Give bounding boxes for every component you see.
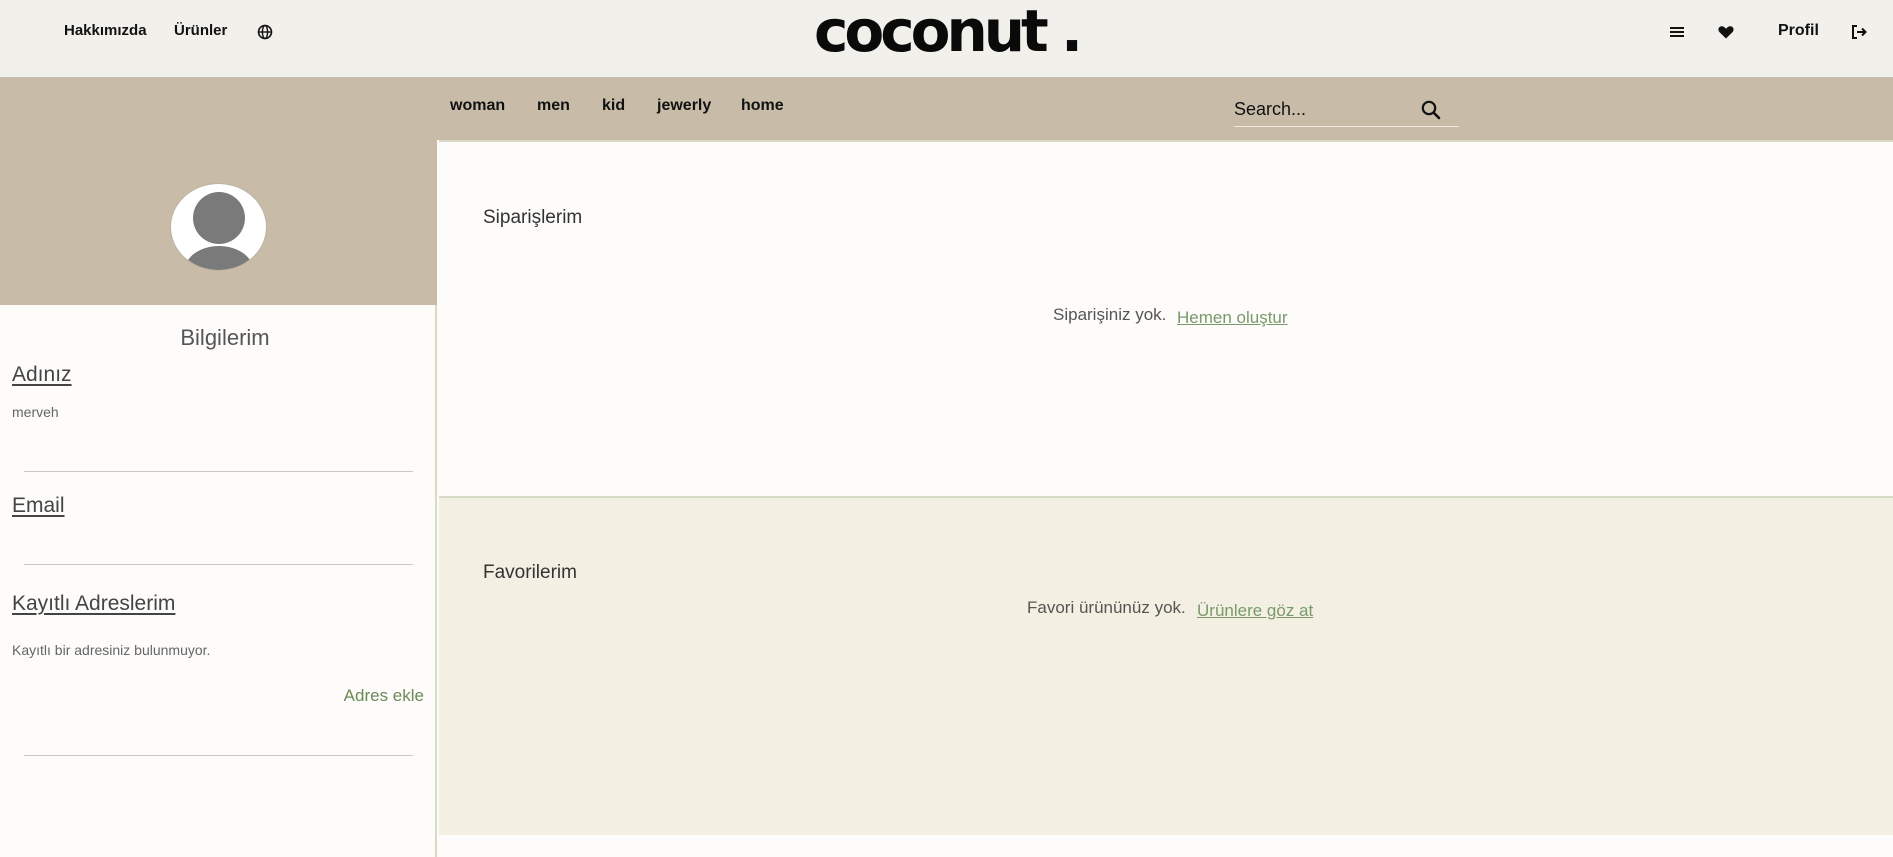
profile-link[interactable]: Profil — [1778, 22, 1819, 40]
logout-icon[interactable] — [1849, 22, 1869, 42]
browse-products-link[interactable]: Ürünlere göz at — [1197, 601, 1313, 621]
favorites-title: Favorilerim — [483, 562, 577, 583]
orders-title: Siparişlerim — [483, 207, 583, 228]
name-value: merveh — [12, 404, 59, 420]
orders-empty-text: Siparişiniz yok. — [1053, 305, 1167, 324]
user-icon — [185, 192, 253, 270]
category-home[interactable]: home — [741, 97, 784, 115]
page-footer-space — [439, 835, 1893, 857]
divider — [24, 564, 413, 565]
avatar — [170, 183, 267, 271]
category-woman[interactable]: woman — [450, 97, 505, 115]
category-bar: woman men kid jewerly home — [0, 77, 1893, 140]
addresses-label[interactable]: Kayıtlı Adreslerim — [12, 592, 175, 616]
search-box — [1234, 93, 1459, 127]
info-title: Bilgilerim — [180, 325, 270, 350]
divider — [24, 471, 413, 472]
category-kid[interactable]: kid — [602, 97, 625, 115]
profile-info-panel: Bilgilerim Adınız merveh Email Kayıtlı A… — [0, 305, 437, 857]
top-header: Hakkımızda Ürünler coconut . Profil — [0, 0, 1893, 77]
email-label[interactable]: Email — [12, 494, 65, 518]
divider — [24, 755, 413, 756]
menu-icon[interactable] — [1667, 22, 1687, 42]
add-address-link[interactable]: Adres ekle — [344, 686, 424, 706]
category-men[interactable]: men — [537, 97, 570, 115]
avatar-section — [0, 140, 437, 305]
orders-section: Siparişlerim Siparişiniz yok. Hemen oluş… — [439, 140, 1893, 498]
search-input[interactable] — [1234, 93, 1424, 125]
heart-icon[interactable] — [1716, 22, 1736, 42]
favorites-empty-text: Favori ürününüz yok. — [1027, 598, 1186, 617]
category-jewerly[interactable]: jewerly — [657, 97, 711, 115]
search-icon[interactable] — [1420, 99, 1442, 121]
name-label[interactable]: Adınız — [12, 363, 72, 387]
favorites-section: Favorilerim Favori ürününüz yok. Ürünler… — [439, 498, 1893, 835]
create-order-link[interactable]: Hemen oluştur — [1177, 308, 1288, 328]
brand-logo[interactable]: coconut . — [0, 0, 1893, 66]
addresses-empty-text: Kayıtlı bir adresiniz bulunmuyor. — [12, 642, 211, 658]
